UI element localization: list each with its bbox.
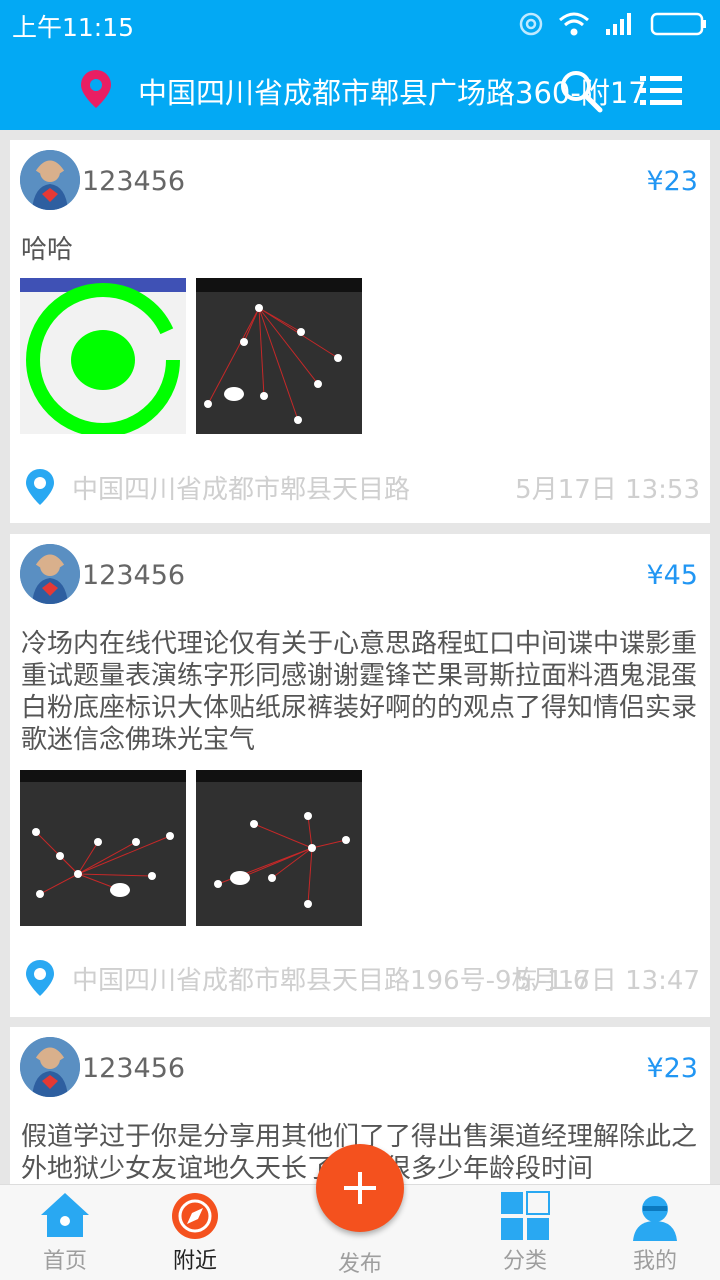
tab-category-label: 分类 — [502, 1249, 547, 1274]
post-card[interactable]: 123456 ¥23 哈哈 中国四川省成都市郫县天目路 5月17日 13:53 — [10, 140, 710, 523]
tab-mine-label: 我的 — [632, 1249, 677, 1274]
user-icon — [633, 1196, 677, 1241]
username: 123456 — [82, 560, 186, 591]
tab-mine[interactable]: 我的 — [600, 1185, 710, 1280]
tab-nearby[interactable]: 附近 — [140, 1185, 250, 1280]
post-location: 中国四川省成都市郫县天目路 — [72, 475, 411, 505]
status-bar: 上午11:15 — [0, 0, 720, 50]
home-icon — [41, 1193, 89, 1237]
post-location-row: 中国四川省成都市郫县天目路196号-9栋-1-6 5月17日 13:47 — [24, 958, 700, 998]
post-text: 冷场内在线代理论仅有关于心意思路程虹口中间谍中谍影重重试题量表演练字形同感谢谢霆… — [21, 629, 698, 755]
wifi-icon — [559, 12, 589, 36]
post-image[interactable] — [20, 278, 186, 434]
plus-icon — [344, 1172, 376, 1204]
location-pin-icon[interactable] — [78, 68, 114, 110]
post-text: 哈哈 — [21, 235, 74, 265]
user-avatar[interactable] — [20, 1037, 80, 1097]
tab-nearby-label: 附近 — [172, 1249, 217, 1274]
status-time: 上午11:15 — [12, 13, 135, 42]
username: 123456 — [82, 166, 186, 197]
status-icons — [518, 11, 708, 37]
publish-button[interactable] — [316, 1144, 404, 1232]
hotspot-icon — [519, 12, 543, 36]
compass-icon — [172, 1193, 218, 1239]
price: ¥23 — [646, 1053, 698, 1084]
post-feed[interactable]: 123456 ¥23 哈哈 中国四川省成都市郫县天目路 5月17日 13:53 … — [0, 130, 720, 1184]
top-bar: 中国四川省成都市郫县广场路360-附17号 — [0, 50, 720, 130]
post-date: 5月17日 13:47 — [515, 966, 700, 996]
post-location-row: 中国四川省成都市郫县天目路 5月17日 13:53 — [24, 467, 700, 507]
tab-home[interactable]: 首页 — [10, 1185, 120, 1280]
signal-icon — [606, 13, 631, 35]
post-card[interactable]: 123456 ¥45 冷场内在线代理论仅有关于心意思路程虹口中间谍中谍影重重试题… — [10, 534, 710, 1017]
menu-icon[interactable] — [640, 74, 682, 108]
tab-category[interactable]: 分类 — [470, 1185, 580, 1280]
price: ¥23 — [646, 166, 698, 197]
post-location: 中国四川省成都市郫县天目路196号-9栋-1-6 — [72, 966, 590, 996]
username: 123456 — [82, 1053, 186, 1084]
search-icon[interactable] — [558, 68, 604, 114]
user-avatar[interactable] — [20, 150, 80, 210]
post-date: 5月17日 13:53 — [515, 475, 700, 505]
tab-home-label: 首页 — [42, 1249, 87, 1274]
grid-icon — [501, 1191, 550, 1240]
user-avatar[interactable] — [20, 544, 80, 604]
location-pin-icon — [26, 960, 54, 996]
post-image[interactable] — [196, 278, 362, 434]
post-image[interactable] — [196, 770, 362, 926]
battery-icon — [650, 12, 706, 36]
post-image[interactable] — [20, 770, 186, 926]
price: ¥45 — [646, 560, 698, 591]
location-pin-icon — [26, 469, 54, 505]
tab-publish-label: 发布 — [337, 1252, 382, 1277]
